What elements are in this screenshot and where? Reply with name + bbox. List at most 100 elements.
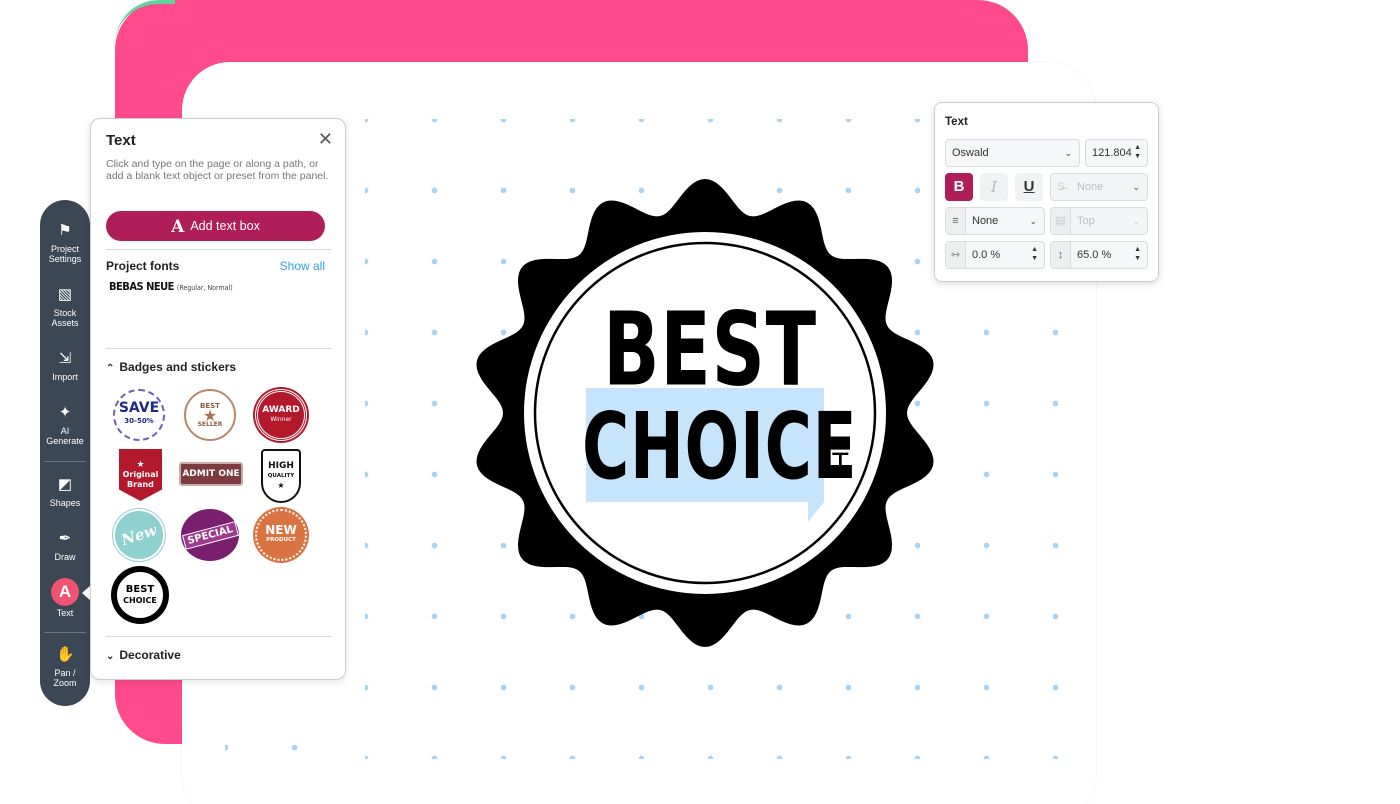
line-height-icon: ↕ <box>1051 242 1071 268</box>
tool-label: Text <box>56 608 74 618</box>
vertical-align-value: Top <box>1077 215 1095 227</box>
strikethrough-icon: S̶ <box>1057 181 1065 193</box>
sticker-original-brand[interactable]: ★ Original Brand <box>119 449 162 501</box>
badge-text-line1[interactable]: BEST <box>540 298 880 401</box>
underline-button[interactable]: U <box>1015 173 1043 201</box>
strike-value: None <box>1077 181 1104 193</box>
sticker-save[interactable]: SAVE 30-50% <box>113 389 165 441</box>
sticker-best-seller[interactable]: BEST ★ SELLER <box>184 389 236 441</box>
image-icon: ▧ <box>57 286 73 303</box>
vertical-align-icon: ▤ <box>1051 208 1071 234</box>
divider <box>106 348 331 349</box>
sticker-award[interactable]: AWARD Winner <box>255 389 307 441</box>
sticker-text: Brand <box>127 480 154 489</box>
sticker-admit-one[interactable]: ADMIT ONE <box>179 462 243 486</box>
chevron-up-icon: ⌃ <box>106 363 115 374</box>
decorative-section-label: Decorative <box>119 648 181 662</box>
tool-stock-assets[interactable]: ▧ Stock Assets <box>40 286 90 328</box>
bold-button[interactable]: B <box>945 173 973 201</box>
left-toolbar: ⚑ Project Settings ▧ Stock Assets ⇲ Impo… <box>40 200 90 706</box>
italic-button[interactable]: I <box>980 173 1008 201</box>
font-size-input[interactable]: 121.804 ▲ ▼ <box>1085 139 1148 167</box>
badge-text-line2[interactable]: CHOICE <box>582 401 857 493</box>
sticker-text: NEW <box>265 523 297 537</box>
panel-description: Click and type on the page or along a pa… <box>106 158 329 182</box>
import-icon: ⇲ <box>58 350 72 367</box>
font-family-value: Oswald <box>952 147 989 159</box>
sticker-new-script[interactable]: New <box>113 509 165 561</box>
props-title: Text <box>945 116 968 128</box>
letter-spacing-value: 0.0 % <box>972 249 1001 261</box>
letter-spacing-input[interactable]: ⇿ 0.0 % ▲ ▼ <box>945 241 1045 269</box>
text-icon: A <box>51 578 79 606</box>
decorative-section-toggle[interactable]: ⌄ Decorative <box>106 648 181 662</box>
sticker-special[interactable]: SPECIAL <box>181 509 239 561</box>
sticker-text: HIGH <box>268 461 294 471</box>
sticker-text: QUALITY <box>267 473 295 479</box>
tool-shapes[interactable]: ◩ Shapes <box>40 476 90 508</box>
sticker-new-product[interactable]: NEW PRODUCT <box>255 509 307 561</box>
tool-label: Zoom <box>53 678 77 688</box>
tool-label: Shapes <box>49 498 81 508</box>
toolbar-divider <box>44 461 86 462</box>
close-icon[interactable]: ✕ <box>318 129 333 150</box>
tool-label: Settings <box>48 254 82 264</box>
stepper-icon[interactable]: ▲ ▼ <box>1134 245 1141 263</box>
tool-label: Draw <box>54 552 76 562</box>
text-align-select[interactable]: ≡ None ⌄ <box>945 207 1045 235</box>
badges-section-label: Badges and stickers <box>119 360 237 374</box>
divider <box>106 249 331 250</box>
divider <box>106 636 331 637</box>
tool-project-settings[interactable]: ⚑ Project Settings <box>40 222 90 264</box>
sticker-text: CHOICE <box>123 596 157 605</box>
add-text-box-button[interactable]: A Add text box <box>106 211 325 241</box>
chevron-down-icon: ⌄ <box>1064 148 1072 158</box>
sticker-text: AWARD <box>262 405 300 415</box>
add-text-box-label: Add text box <box>190 219 260 233</box>
project-fonts-heading: Project fonts <box>106 259 180 273</box>
tool-label: Import <box>52 372 78 382</box>
stepper-icon[interactable]: ▲ ▼ <box>1134 143 1141 161</box>
star-icon: ★ <box>136 460 145 470</box>
sticker-high-quality[interactable]: HIGH QUALITY ★ <box>261 449 301 503</box>
chevron-down-icon: ⌄ <box>1132 182 1140 192</box>
line-height-input[interactable]: ↕ 65.0 % ▲ ▼ <box>1050 241 1148 269</box>
star-icon: ★ <box>277 481 285 490</box>
chevron-down-icon: ⌄ <box>106 651 115 662</box>
project-font-item[interactable]: BEBAS NEUE (Regular, Normal) <box>109 280 233 293</box>
sticker-text: Winner <box>270 416 292 423</box>
star-icon: ★ <box>202 405 218 425</box>
font-size-value: 121.804 <box>1092 147 1132 159</box>
text-cursor-icon: Ɪ <box>832 447 849 482</box>
flag-icon: ⚑ <box>58 222 72 239</box>
align-value: None <box>972 215 999 227</box>
letter-spacing-icon: ⇿ <box>946 242 966 268</box>
sticker-text: SELLER <box>197 420 223 428</box>
font-variant: (Regular, Normal) <box>176 284 233 292</box>
sticker-best-choice[interactable]: BEST CHOICE <box>114 569 166 621</box>
sticker-text: SPECIAL <box>181 520 239 550</box>
chevron-down-icon: ⌄ <box>1132 216 1140 226</box>
tool-pan-zoom[interactable]: ✋ Pan / Zoom <box>40 646 90 688</box>
strikethrough-select[interactable]: S̶ None ⌄ <box>1050 173 1148 201</box>
sticker-text: 30-50% <box>124 417 154 425</box>
sticker-text: PRODUCT <box>266 537 296 543</box>
tool-label: AI <box>60 426 70 436</box>
tool-import[interactable]: ⇲ Import <box>40 350 90 382</box>
pen-icon: ✒ <box>58 530 72 547</box>
tool-draw[interactable]: ✒ Draw <box>40 530 90 562</box>
badges-section-toggle[interactable]: ⌃ Badges and stickers <box>106 360 236 374</box>
tool-ai-generate[interactable]: ✦ AI Generate <box>40 404 90 446</box>
chevron-down-icon: ⌄ <box>1029 216 1037 226</box>
font-family-select[interactable]: Oswald ⌄ <box>945 139 1080 167</box>
sparkle-icon: ✦ <box>58 404 72 421</box>
line-height-value: 65.0 % <box>1077 249 1112 261</box>
vertical-align-select[interactable]: ▤ Top ⌄ <box>1050 207 1148 235</box>
text-properties-panel: Text Oswald ⌄ 121.804 ▲ ▼ B I U S̶ None ⌄ … <box>934 102 1159 282</box>
stepper-icon[interactable]: ▲ ▼ <box>1031 245 1038 263</box>
show-all-link[interactable]: Show all <box>280 259 325 273</box>
shapes-icon: ◩ <box>57 476 73 493</box>
sticker-text: ADMIT ONE <box>182 469 240 479</box>
hand-icon: ✋ <box>56 646 75 663</box>
align-left-icon: ≡ <box>946 208 966 234</box>
